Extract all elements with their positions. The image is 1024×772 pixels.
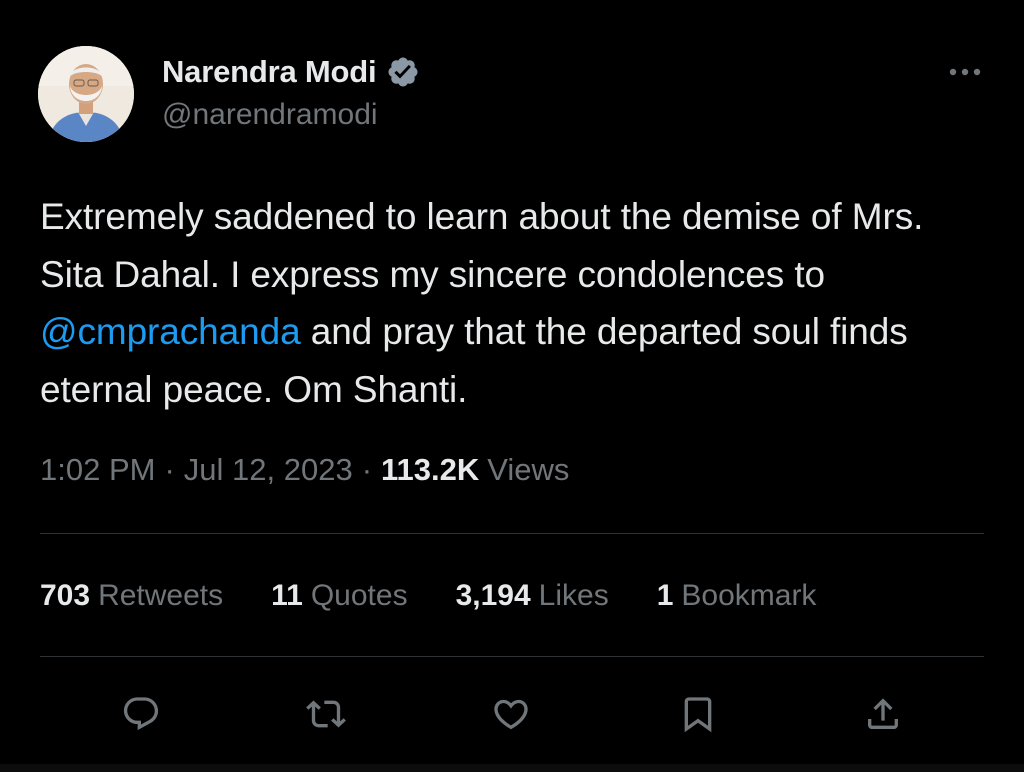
tweet-detail: Narendra Modi @narendramodi Extremely sa… xyxy=(0,0,1024,772)
quotes-count: 11 xyxy=(271,579,303,612)
divider xyxy=(40,656,984,657)
bookmarks-label: Bookmark xyxy=(681,579,817,612)
views-count[interactable]: 113.2K xyxy=(381,452,479,488)
share-icon xyxy=(868,698,898,729)
likes-count: 3,194 xyxy=(455,579,531,612)
verified-badge-icon xyxy=(386,55,420,89)
reply-icon xyxy=(123,697,159,731)
stat-retweets[interactable]: 703 Retweets xyxy=(40,579,223,613)
profile-photo xyxy=(38,46,134,142)
avatar[interactable] xyxy=(38,46,134,142)
more-options-button[interactable] xyxy=(938,52,992,92)
likes-label: Likes xyxy=(538,579,609,612)
action-bar xyxy=(0,684,1024,744)
tweet-meta: 1:02 PM · Jul 12, 2023 · 113.2K Views xyxy=(40,448,569,492)
retweets-label: Retweets xyxy=(98,579,224,612)
share-button[interactable] xyxy=(853,684,913,744)
bookmarks-count: 1 xyxy=(656,579,674,612)
divider xyxy=(40,533,984,534)
meta-separator: · xyxy=(361,452,373,487)
like-button[interactable] xyxy=(481,684,541,744)
bookmark-icon xyxy=(684,697,712,733)
user-handle[interactable]: @narendramodi xyxy=(162,98,378,132)
stat-quotes[interactable]: 11 Quotes xyxy=(271,579,407,613)
author-name-row[interactable]: Narendra Modi xyxy=(162,52,420,92)
retweet-button[interactable] xyxy=(296,684,356,744)
engagement-stats: 703 Retweets 11 Quotes 3,194 Likes 1 Boo… xyxy=(40,574,864,618)
quotes-label: Quotes xyxy=(310,579,408,612)
retweet-icon xyxy=(306,700,346,728)
bottom-edge xyxy=(0,764,1024,772)
views-label[interactable]: Views xyxy=(487,452,569,488)
tweet-text-start: Extremely saddened to learn about the de… xyxy=(40,196,924,295)
bookmark-button[interactable] xyxy=(668,684,728,744)
mention-link[interactable]: @cmprachanda xyxy=(40,311,301,352)
stat-likes[interactable]: 3,194 Likes xyxy=(456,579,609,613)
display-name[interactable]: Narendra Modi xyxy=(162,54,377,90)
tweet-date[interactable]: Jul 12, 2023 xyxy=(184,452,353,488)
tweet-time[interactable]: 1:02 PM xyxy=(40,452,155,488)
retweets-count: 703 xyxy=(40,579,91,612)
reply-button[interactable] xyxy=(111,684,171,744)
tweet-text: Extremely saddened to learn about the de… xyxy=(40,188,990,418)
like-icon xyxy=(494,699,528,730)
stat-bookmarks[interactable]: 1 Bookmark xyxy=(657,579,817,613)
meta-separator: · xyxy=(164,452,175,487)
more-options-icon xyxy=(949,68,981,76)
